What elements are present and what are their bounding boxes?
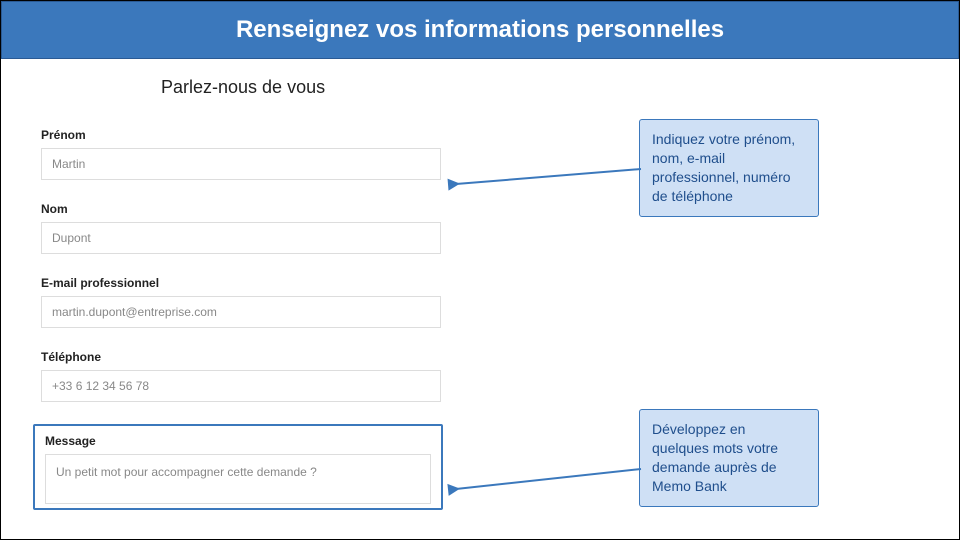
value-prenom: Martin [52, 157, 85, 171]
field-prenom: Prénom Martin [41, 128, 441, 180]
callout-personal-fields: Indiquez votre prénom, nom, e-mail profe… [639, 119, 819, 217]
callout-personal-fields-text: Indiquez votre prénom, nom, e-mail profe… [652, 131, 795, 204]
field-message-highlight: Message Un petit mot pour accompagner ce… [33, 424, 443, 510]
arrow-icon [446, 159, 646, 224]
input-prenom[interactable]: Martin [41, 148, 441, 180]
value-telephone: +33 6 12 34 56 78 [52, 379, 149, 393]
input-telephone[interactable]: +33 6 12 34 56 78 [41, 370, 441, 402]
label-telephone: Téléphone [41, 350, 441, 364]
label-nom: Nom [41, 202, 441, 216]
field-telephone: Téléphone +33 6 12 34 56 78 [41, 350, 441, 402]
field-email: E-mail professionnel martin.dupont@entre… [41, 276, 441, 328]
content-area: Parlez-nous de vous Prénom Martin Nom Du… [1, 59, 959, 541]
input-nom[interactable]: Dupont [41, 222, 441, 254]
value-email: martin.dupont@entreprise.com [52, 305, 217, 319]
banner: Renseignez vos informations personnelles [1, 1, 959, 59]
label-message: Message [45, 434, 431, 448]
input-message[interactable]: Un petit mot pour accompagner cette dema… [45, 454, 431, 504]
personal-info-form: Prénom Martin Nom Dupont E-mail professi… [41, 128, 441, 510]
arrow-icon [446, 459, 646, 524]
label-prenom: Prénom [41, 128, 441, 142]
field-nom: Nom Dupont [41, 202, 441, 254]
callout-message-field: Développez en quelques mots votre demand… [639, 409, 819, 507]
input-email[interactable]: martin.dupont@entreprise.com [41, 296, 441, 328]
banner-title: Renseignez vos informations personnelles [236, 16, 724, 43]
label-email: E-mail professionnel [41, 276, 441, 290]
placeholder-message: Un petit mot pour accompagner cette dema… [56, 465, 317, 479]
value-nom: Dupont [52, 231, 91, 245]
page-subheading: Parlez-nous de vous [161, 77, 919, 98]
callout-message-field-text: Développez en quelques mots votre demand… [652, 421, 778, 494]
